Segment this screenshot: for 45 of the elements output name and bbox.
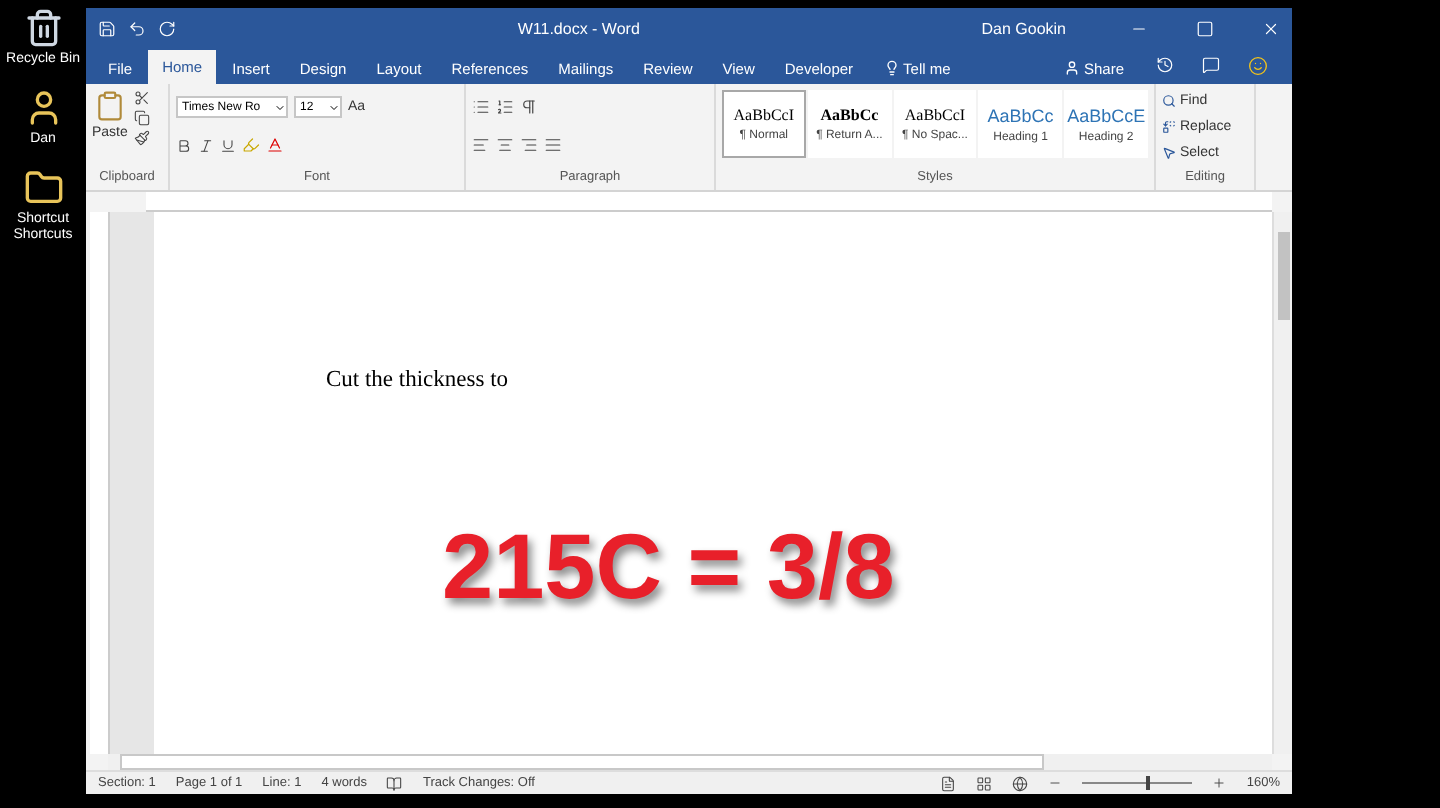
trash-icon[interactable] xyxy=(23,8,63,48)
document-text: Cut the thickness to xyxy=(326,368,509,392)
clipboard-icon[interactable] xyxy=(93,90,126,122)
copy-icon[interactable] xyxy=(133,110,150,126)
paintbrush-icon[interactable] xyxy=(133,130,150,146)
italic-icon[interactable] xyxy=(198,137,214,153)
comment-icon[interactable] xyxy=(1202,56,1220,74)
folder-icon[interactable] xyxy=(23,168,63,208)
justify-icon[interactable] xyxy=(544,136,562,154)
person-icon[interactable] xyxy=(1063,60,1080,76)
style-preview: AaBbCc xyxy=(987,105,1054,125)
save-icon[interactable] xyxy=(98,19,116,37)
overlay-caption: 215C = 3/8 xyxy=(442,512,895,620)
redo-icon[interactable] xyxy=(158,19,176,37)
style-preview: AaBbCcI xyxy=(733,106,794,124)
align-left-icon[interactable] xyxy=(472,136,490,154)
web-layout-icon[interactable] xyxy=(1012,775,1029,791)
zoom-slider-thumb[interactable] xyxy=(1145,776,1150,790)
read-mode-icon[interactable] xyxy=(940,775,957,791)
style-preview: AaBbCcE xyxy=(1067,105,1146,125)
style-preview: AaBbCc xyxy=(820,106,879,124)
dropdown-icon[interactable] xyxy=(274,101,286,113)
search-icon[interactable] xyxy=(1162,94,1176,108)
align-center-icon[interactable] xyxy=(496,136,514,154)
underline-icon[interactable] xyxy=(220,137,236,153)
proofing-icon[interactable] xyxy=(386,775,403,791)
cut-icon[interactable] xyxy=(133,90,150,106)
undo-icon[interactable] xyxy=(128,19,146,37)
pilcrow-icon[interactable] xyxy=(520,98,538,116)
user-name[interactable]: Dan Gookin xyxy=(981,19,1066,37)
history-icon[interactable] xyxy=(1156,56,1174,74)
bullet-list-icon[interactable] xyxy=(472,98,490,116)
lightbulb-icon[interactable] xyxy=(883,60,900,76)
window-title: W11.docx - Word xyxy=(515,19,642,37)
align-right-icon[interactable] xyxy=(520,136,538,154)
smiley-icon[interactable] xyxy=(1248,56,1268,76)
numbered-list-icon[interactable] xyxy=(496,98,514,116)
pointer-icon[interactable] xyxy=(1162,146,1176,160)
print-layout-icon[interactable] xyxy=(976,775,993,791)
dropdown-icon[interactable] xyxy=(328,101,340,113)
style-preview: AaBbCcI xyxy=(904,106,966,124)
bold-icon[interactable] xyxy=(176,137,192,153)
maximize-icon[interactable] xyxy=(1196,19,1214,37)
close-icon[interactable] xyxy=(1262,19,1280,37)
font-color-icon[interactable] xyxy=(266,136,284,154)
